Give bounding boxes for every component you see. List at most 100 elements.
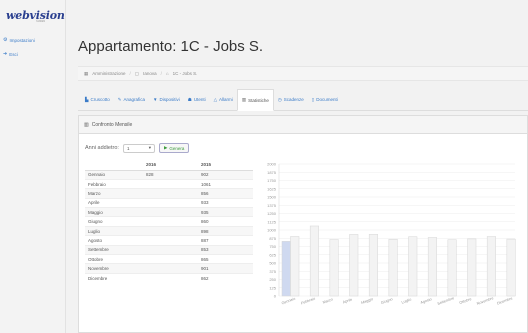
breadcrumb-item: 1C - Jobs S.	[172, 71, 198, 76]
play-icon: ▶	[163, 145, 168, 150]
breadcrumb-item[interactable]: Ianova	[143, 71, 157, 76]
controls: Anni addietro: 1 ▾ ▶ Genera	[85, 143, 190, 153]
y-tick-label: 875	[269, 236, 276, 241]
y-tick-label: 1500	[267, 195, 277, 200]
value-cell	[143, 235, 198, 246]
bell-icon: △	[213, 96, 218, 102]
value-cell: 1061	[198, 178, 253, 189]
table-row: Ottobre 865	[85, 253, 253, 264]
column-header: 2015	[198, 160, 253, 171]
bar-2015	[329, 239, 339, 297]
caret-down-icon: ▾	[148, 145, 151, 150]
value-cell	[143, 188, 198, 199]
bar-2015	[388, 238, 398, 297]
value-cell	[143, 253, 198, 264]
logo[interactable]: webvision ©2016	[6, 6, 65, 28]
breadcrumb-separator: /	[129, 71, 131, 76]
generate-button[interactable]: ▶ Genera	[158, 143, 190, 153]
value-cell: 828	[143, 169, 198, 180]
bar-2015	[349, 234, 359, 297]
edit-icon: ✎	[117, 96, 122, 102]
years-back-select[interactable]: 1 ▾	[122, 143, 155, 153]
x-tick-label: Agosto	[420, 297, 432, 305]
month-cell: Settembre	[85, 244, 143, 255]
breadcrumb-separator: /	[160, 71, 162, 76]
table-row: Aprile 933	[85, 197, 253, 208]
sidebar-item-impostazioni[interactable]: ⚙ Impostazioni	[3, 37, 35, 43]
sidebar-item-label: Esci	[9, 51, 18, 57]
table-row: Gennaio 828 902	[85, 169, 253, 180]
table-row: Novembre 901	[85, 263, 253, 274]
tab-anagrafica[interactable]: ✎ Anagrafica	[114, 89, 149, 110]
column-header: 2016	[143, 160, 198, 171]
dashboard-icon: ▙	[85, 96, 89, 102]
bar-2015	[309, 225, 319, 297]
comparison-chart: 2000187517501625150013751250112510008757…	[267, 162, 516, 306]
tab-statistiche[interactable]: ▥ Statistiche	[236, 89, 274, 111]
y-tick-label: 250	[269, 277, 276, 282]
tab-dispositivi[interactable]: ▼ Dispositivi	[149, 89, 184, 110]
value-cell	[143, 207, 198, 217]
breadcrumb-item[interactable]: Amministrazione	[92, 71, 125, 76]
table-row: Agosto 887	[85, 235, 253, 246]
bar-2015	[486, 236, 496, 297]
bar-2015	[290, 236, 300, 297]
page-title: Appartamento: 1C - Jobs S.	[78, 38, 264, 55]
sidebar-item-esci[interactable]: ➜ Esci	[3, 51, 18, 57]
logo-subtext: ©2016	[36, 19, 45, 23]
monthly-table: 2016 2015 Gennaio 828 902 Febbraio 1061 Marzo…	[85, 160, 253, 283]
x-tick-label: Maggio	[361, 297, 374, 305]
month-cell: Gennaio	[85, 169, 143, 180]
value-cell	[143, 263, 198, 274]
month-cell: Aprile	[85, 197, 143, 208]
sidebar: webvision ©2016 ⚙ Impostazioni ➜ Esci	[0, 0, 66, 333]
x-tick-label: Gennaio	[281, 297, 296, 306]
y-tick-label: 1000	[267, 228, 277, 233]
tab-label: Utenti	[193, 97, 206, 102]
doc-icon: ▢	[134, 70, 140, 76]
y-tick-label: 2000	[267, 162, 277, 167]
value-cell: 933	[198, 197, 253, 208]
x-tick-label: Novembre	[476, 296, 494, 306]
y-tick-label: 500	[269, 261, 276, 266]
bar-chart-icon: ▥	[84, 121, 89, 128]
generate-button-label: Genera	[169, 145, 185, 151]
x-tick-label: Marzo	[322, 297, 333, 304]
table-row: Dicembre 862	[85, 272, 253, 283]
bar-2015	[408, 236, 418, 297]
value-cell: 935	[198, 207, 253, 217]
tab-documenti[interactable]: ▯ Documenti	[308, 89, 342, 110]
tab-cruscotto[interactable]: ▙ Cruscotto	[81, 89, 114, 110]
bar-2015	[368, 234, 378, 297]
x-tick-label: Ottobre	[459, 297, 472, 305]
y-tick-label: 750	[269, 244, 276, 249]
table-row: Maggio 935	[85, 207, 253, 217]
y-tick-label: 1875	[267, 170, 277, 175]
gear-icon: ⚙	[3, 37, 8, 43]
x-tick-label: Aprile	[342, 298, 353, 305]
tab-label: Statistiche	[248, 97, 269, 103]
bar-2015	[506, 238, 516, 297]
value-cell	[143, 178, 198, 189]
value-cell: 902	[198, 169, 253, 180]
value-cell	[143, 216, 198, 227]
clock-icon: ◷	[277, 96, 282, 102]
table-row: Febbraio 1061	[85, 178, 253, 189]
logout-icon: ➜	[3, 51, 8, 57]
y-tick-label: 1125	[267, 219, 276, 224]
y-tick-label: 125	[269, 285, 276, 290]
x-tick-label: Dicembre	[497, 296, 514, 305]
tab-label: Anagrafica	[123, 97, 146, 102]
tab-allarmi[interactable]: △ Allarmi	[210, 89, 237, 110]
main-content: Appartamento: 1C - Jobs S. ▦ Amministraz…	[66, 0, 528, 333]
tab-scadenze[interactable]: ◷ Scadenze	[274, 89, 308, 110]
month-cell: Agosto	[85, 235, 143, 246]
table-row: Settembre 853	[85, 244, 253, 255]
value-cell	[143, 197, 198, 208]
tab-label: Dispositivi	[159, 97, 180, 102]
value-cell: 898	[198, 225, 253, 236]
month-cell: Novembre	[85, 263, 143, 274]
tab-utenti[interactable]: ☗ Utenti	[184, 89, 210, 110]
x-tick-label: Febbraio	[300, 297, 315, 306]
panel-header: ▥ Confronto Mensile	[79, 116, 527, 134]
